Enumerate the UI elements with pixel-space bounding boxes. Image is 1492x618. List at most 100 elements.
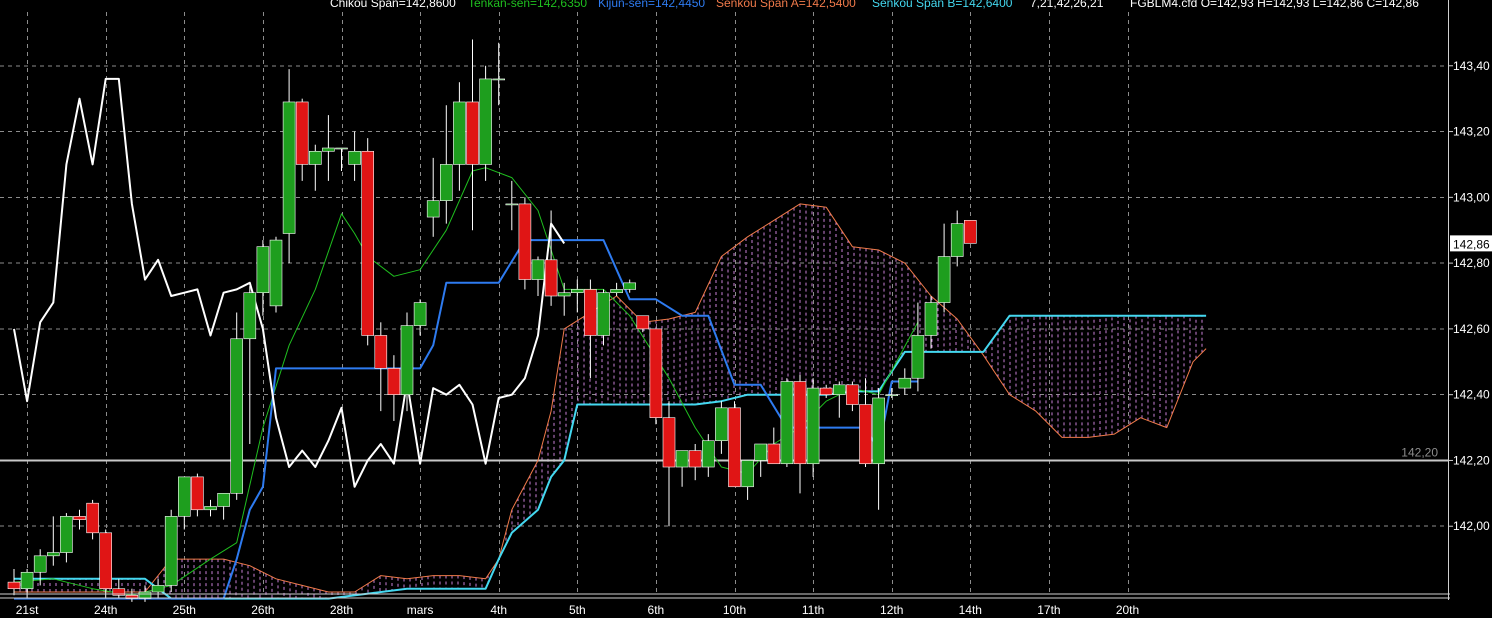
candle-body-bull — [754, 443, 768, 461]
candle-body-bull — [335, 147, 348, 150]
date-label: 6th — [648, 603, 665, 617]
candle-body-bull — [308, 150, 322, 165]
candle-body-bull — [400, 325, 414, 395]
price-tick-label: 142,80 — [1453, 256, 1490, 270]
candle-20 — [269, 236, 283, 313]
candle-body-bull — [557, 292, 571, 297]
price-tick-label: 143,40 — [1453, 59, 1490, 73]
candle-body-bull — [178, 476, 191, 517]
candle-body-bull — [937, 256, 951, 303]
candle-body-bull — [439, 164, 453, 201]
price-tick-label: 142,60 — [1453, 322, 1490, 336]
candle-body-bear — [361, 150, 375, 336]
candle-body-bear — [793, 381, 807, 465]
candle-body-bear — [649, 328, 663, 418]
candle-body-bull — [33, 555, 47, 573]
candle-body-bear — [374, 335, 388, 369]
candle-body-bear — [295, 101, 309, 165]
candle-body-bull — [348, 150, 361, 165]
candle-61 — [806, 378, 820, 477]
candle-body-bull — [924, 302, 938, 336]
candle-body-bull — [243, 292, 257, 340]
candle-body-bull — [256, 246, 270, 294]
candle-39 — [518, 197, 532, 290]
candle-17 — [230, 312, 243, 500]
candle-body-bull — [885, 394, 899, 396]
candle-body-bull — [911, 335, 925, 379]
candle-body-bull — [675, 450, 689, 468]
candle-body-bear — [819, 387, 833, 395]
candle-body-bear — [191, 476, 204, 511]
candle-body-bull — [217, 493, 230, 507]
header-ohlc: FGBLM4.cfd O=142,93 H=142,93 L=142,86 C=… — [1130, 0, 1419, 10]
candle-14 — [191, 473, 204, 517]
header-senkou-b: Senkou Span B=142,6400 — [872, 0, 1013, 10]
candle-body-bull — [426, 200, 440, 218]
candle-body-bear — [636, 315, 650, 330]
price-tick-label: 142,40 — [1453, 388, 1490, 402]
date-label: mars — [407, 603, 434, 617]
chart-background — [0, 0, 1492, 618]
current-price-label: 142,86 — [1453, 237, 1490, 251]
date-label: 25th — [173, 603, 196, 617]
header-kijun: Kijun-sen=142,4450 — [598, 0, 705, 10]
candle-body-bear — [662, 417, 676, 468]
candle-body-bear — [7, 581, 21, 590]
candle-36 — [479, 65, 492, 181]
candle-body-bear — [728, 407, 741, 488]
candle-body-bear — [518, 203, 532, 280]
date-label: 5th — [569, 603, 586, 617]
candle-body-bull — [741, 460, 754, 488]
price-tick-label: 143,20 — [1453, 125, 1490, 139]
date-label: 14th — [959, 603, 982, 617]
candle-body-bull — [950, 223, 964, 257]
date-label: 10th — [723, 603, 746, 617]
header-chikou: Chikou Span=142,8600 — [330, 0, 456, 10]
candle-49 — [649, 328, 663, 425]
candle-body-bear — [688, 450, 702, 468]
date-label: 20th — [1116, 603, 1139, 617]
candle-body-bull — [413, 302, 427, 326]
price-tick-label: 142,00 — [1453, 519, 1490, 533]
candle-body-bear — [859, 404, 872, 465]
header-tenkan: Tenkan-sen=142,6350 — [468, 0, 587, 10]
date-label: 11th — [802, 603, 824, 617]
candle-body-bull — [610, 289, 623, 294]
candle-55 — [728, 401, 741, 488]
date-label: 4th — [490, 603, 507, 617]
candle-body-bull — [204, 506, 217, 511]
candle-body-bear — [99, 532, 112, 590]
candle-body-bull — [164, 516, 178, 586]
candle-body-bull — [269, 239, 283, 307]
candle-body-bull — [230, 338, 243, 494]
date-label: 26th — [251, 603, 274, 617]
date-label: 21st — [16, 603, 39, 617]
date-label: 28th — [330, 603, 353, 617]
candle-body-bear — [86, 502, 99, 534]
candle-body-bull — [597, 292, 610, 336]
candle-body-bull — [322, 147, 335, 152]
candle-body-bear — [767, 443, 781, 465]
date-label: 12th — [880, 603, 903, 617]
candle-12 — [164, 509, 178, 592]
candle-body-bull — [806, 387, 820, 465]
candle-7 — [99, 529, 112, 599]
candle-body-bull — [282, 101, 296, 234]
candle-body-bull — [531, 259, 545, 280]
candle-body-bull — [46, 552, 60, 557]
price-tick-label: 142,20 — [1453, 453, 1490, 467]
candle-body-bear — [387, 368, 401, 395]
candle-body-bear — [73, 516, 86, 520]
candle-73 — [963, 220, 977, 244]
candle-body-bull — [715, 407, 728, 442]
candle-body-bear — [466, 101, 479, 165]
candle-body-bull — [151, 585, 165, 593]
candle-body-bull — [623, 282, 637, 290]
candle-body-bull — [453, 101, 466, 165]
candle-body-bull — [479, 78, 492, 165]
candle-body-bear — [963, 220, 977, 244]
price-tick-label: 143,00 — [1453, 190, 1490, 204]
date-label: 24th — [94, 603, 117, 617]
horizontal-line-label: 142,20 — [1401, 445, 1438, 459]
candle-body-bull — [570, 289, 584, 294]
